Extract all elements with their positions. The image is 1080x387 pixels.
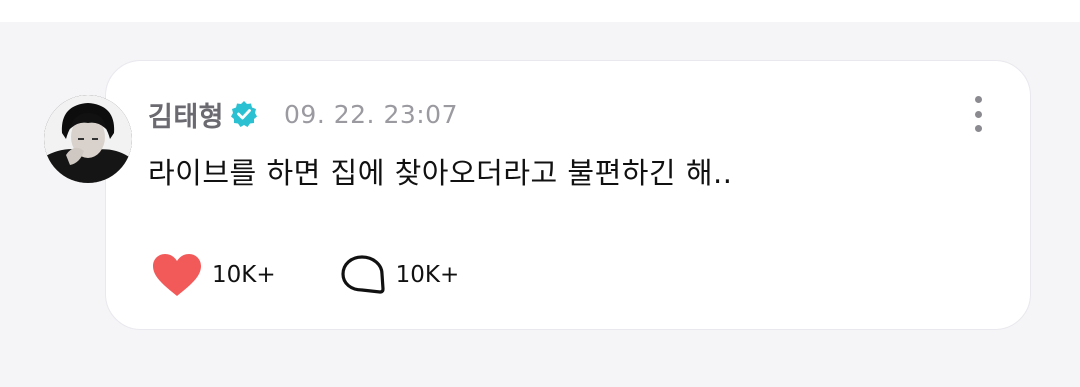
- verified-badge-icon: [230, 100, 258, 128]
- heart-icon: [153, 254, 201, 296]
- top-strip: [0, 0, 1080, 22]
- avatar-image: [44, 95, 132, 183]
- comment-count: 10K+: [395, 262, 460, 288]
- post-actions: 10K+ 10K+: [152, 252, 459, 298]
- comment-button[interactable]: 10K+: [340, 254, 460, 296]
- post-message: 라이브를 하면 집에 찾아오더라고 불편하긴 해..: [148, 156, 733, 190]
- post-header: 김태형 09. 22. 23:07: [148, 94, 458, 134]
- post-timestamp: 09. 22. 23:07: [284, 99, 458, 129]
- speech-bubble-icon: [341, 255, 385, 294]
- avatar[interactable]: [44, 95, 132, 183]
- like-button[interactable]: 10K+: [152, 253, 276, 297]
- more-vertical-icon[interactable]: [966, 96, 990, 132]
- author-name[interactable]: 김태형: [148, 95, 224, 134]
- like-count: 10K+: [212, 262, 276, 288]
